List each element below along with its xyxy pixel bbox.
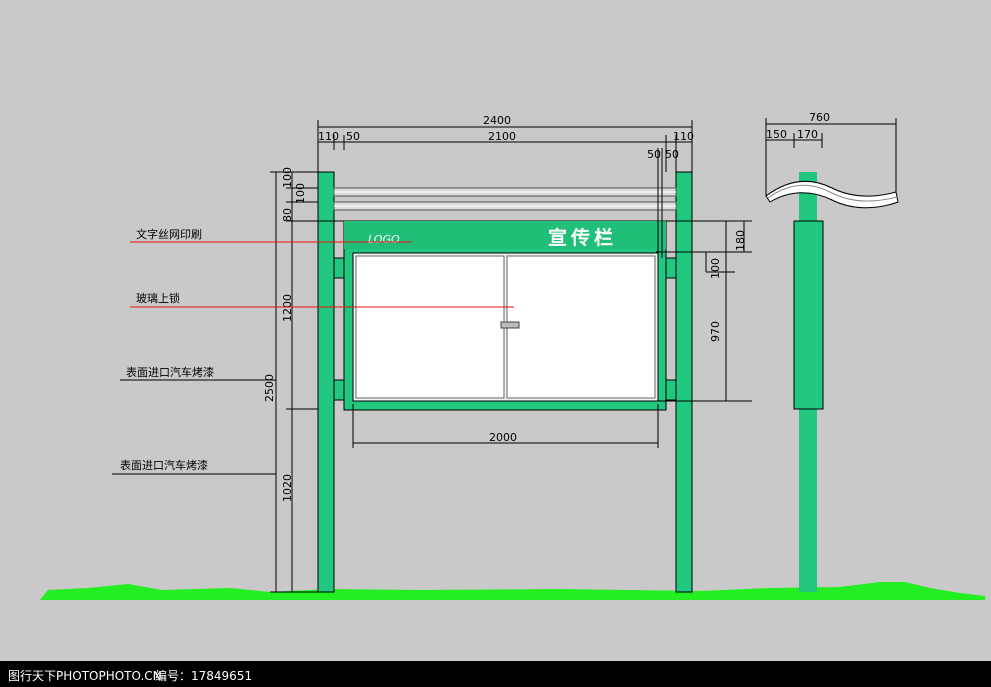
dim-total-width: 2400 <box>483 114 511 127</box>
bracket <box>333 257 345 279</box>
bracket <box>333 379 345 401</box>
dim-gap: 80 <box>281 208 294 222</box>
glass-door-left <box>355 255 505 399</box>
dim-header-gap: 100 <box>709 258 722 279</box>
dim-offset-right-b: 50 <box>665 148 679 161</box>
watermark-footer: 图行天下PHOTOPHOTO.CN 编号：17849651 <box>0 661 991 687</box>
annotation-paint-1: 表面进口汽车烤漆 <box>126 365 214 379</box>
dim-post-left: 110 <box>318 130 339 143</box>
right-post <box>675 171 693 593</box>
header-title: 宣传栏 <box>548 226 617 249</box>
side-wave-top <box>765 180 899 209</box>
dim-panel-height: 1200 <box>281 294 294 322</box>
glass-door-right <box>506 255 656 399</box>
bracket <box>665 257 677 279</box>
dim-base-height: 1020 <box>281 474 294 502</box>
dim-header-height: 180 <box>734 230 747 251</box>
side-panel <box>793 220 824 410</box>
lock-icon <box>500 321 520 329</box>
annotation-glass-lock: 玻璃上锁 <box>136 291 180 305</box>
left-post <box>317 171 335 593</box>
source-label: 图行天下PHOTOPHOTO.CN <box>8 669 162 683</box>
annotation-silkscreen: 文字丝网印刷 <box>136 227 202 241</box>
logo-text: LOGO <box>368 233 400 246</box>
dim-offset-right-a: 50 <box>647 148 661 161</box>
dim-top-bar-a: 100 <box>281 167 294 188</box>
dim-side-total: 760 <box>809 111 830 124</box>
bracket <box>665 379 677 401</box>
dim-inner-width: 2100 <box>488 130 516 143</box>
billboard-drawing: LOGO 宣传栏 2400 110 50 2100 110 50 50 100 … <box>40 111 985 600</box>
dim-side-mid: 170 <box>797 128 818 141</box>
dim-offset-left: 50 <box>346 130 360 143</box>
dim-glass-width: 2000 <box>489 431 517 444</box>
ground <box>40 582 985 600</box>
annotation-paint-2: 表面进口汽车烤漆 <box>120 458 208 472</box>
image-code: 编号：17849651 <box>155 669 253 683</box>
dim-post-right: 110 <box>673 130 694 143</box>
dim-glass-height: 970 <box>709 321 722 342</box>
dim-side-left: 150 <box>766 128 787 141</box>
dim-total-height: 2500 <box>263 374 276 402</box>
dim-top-bar-b: 100 <box>294 183 307 204</box>
